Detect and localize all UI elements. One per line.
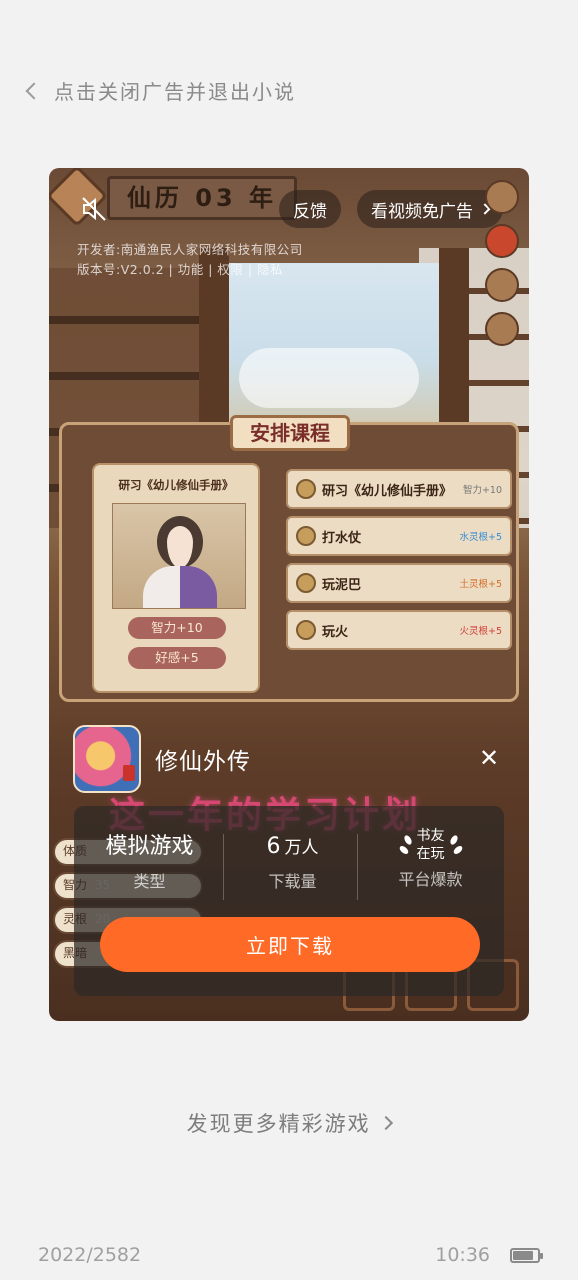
battery-icon [510, 1247, 543, 1263]
badge-line1: 书友 [416, 828, 445, 844]
course-icon [296, 479, 316, 499]
ad-card[interactable]: 仙历 03 年 反馈 看视频免广告 开发者:南通渔民人家网络科技有限公司 版本号… [49, 168, 529, 1021]
laurel-left-icon [399, 833, 413, 857]
page-progress: 2022/2582 [38, 1244, 142, 1266]
course-icon [296, 620, 316, 640]
downloads-unit: 万人 [284, 838, 319, 858]
discover-label: 发现更多精彩游戏 [186, 1112, 371, 1136]
badge-line2: 在玩 [416, 846, 445, 862]
developer-name: 开发者:南通渔民人家网络科技有限公司 [77, 242, 303, 257]
laurel-badge: 书友 在玩 [359, 826, 502, 864]
course-icon [296, 573, 316, 593]
downloads-label: 下载量 [268, 872, 317, 891]
exit-ad-label[interactable]: 点击关闭广告并退出小说 [54, 76, 296, 105]
course-effect: 水灵根+5 [459, 532, 502, 543]
download-button[interactable]: 立即下载 [100, 917, 480, 972]
course-item: 研习《幼儿修仙手册》 智力+10 [286, 469, 512, 509]
status-right: 10:36 [435, 1244, 543, 1266]
genre-label: 类型 [133, 872, 166, 891]
app-icon[interactable] [73, 725, 141, 793]
character-body [143, 566, 217, 608]
developer-info: 开发者:南通渔民人家网络科技有限公司 版本号:V2.0.2 | 功能 | 权限 … [77, 240, 303, 280]
side-icon-4 [485, 312, 519, 346]
downloads-number: 6 [266, 834, 281, 859]
course-panel: 安排课程 研习《幼儿修仙手册》 智力+10 好感+5 研习《幼儿修仙手册》 智力… [59, 415, 519, 702]
chevron-right-icon [379, 1115, 394, 1131]
skip-ad-button[interactable]: 看视频免广告 [357, 190, 503, 228]
side-icon-3 [485, 268, 519, 302]
mute-icon[interactable] [79, 194, 109, 224]
stat-genre: 模拟游戏 类型 [78, 830, 221, 892]
course-label: 研习《幼儿修仙手册》 [322, 483, 453, 499]
clock: 10:36 [435, 1244, 490, 1266]
side-icon-1 [485, 180, 519, 214]
course-item: 打水仗 水灵根+5 [286, 516, 512, 556]
stats-box: 模拟游戏 类型 6 万人 下载量 书友 在玩 平台爆款 立即下载 [74, 806, 504, 996]
course-label: 玩火 [322, 624, 349, 640]
course-item: 玩泥巴 土灵根+5 [286, 563, 512, 603]
stat-badge: 书友 在玩 平台爆款 [359, 826, 502, 890]
version-links[interactable]: 版本号:V2.0.2 | 功能 | 权限 | 隐私 [77, 260, 303, 280]
top-bar[interactable]: 点击关闭广告并退出小说 [25, 76, 296, 105]
course-effect: 火灵根+5 [459, 626, 502, 637]
character-card-title: 研习《幼儿修仙手册》 [118, 478, 234, 492]
panel-title: 安排课程 [230, 415, 350, 451]
badge-label: 平台爆款 [398, 870, 463, 889]
back-chevron-icon [25, 82, 43, 99]
course-icon [296, 526, 316, 546]
course-effect: 土灵根+5 [459, 579, 502, 590]
character-card: 研习《幼儿修仙手册》 智力+10 好感+5 [92, 463, 260, 693]
discover-more-link[interactable]: 发现更多精彩游戏 [0, 1108, 578, 1138]
skip-ad-label: 看视频免广告 [371, 201, 473, 222]
app-header[interactable]: 修仙外传 ✕ [73, 724, 509, 794]
character-head [157, 516, 203, 568]
stat-downloads: 6 万人 下载量 [221, 830, 364, 892]
course-label: 打水仗 [322, 530, 362, 546]
course-label: 玩泥巴 [322, 577, 362, 593]
scene-cloud [239, 348, 419, 408]
status-bar: 2022/2582 10:36 [38, 1244, 543, 1266]
year-plaque: 仙历 03 年 [107, 176, 297, 220]
course-item: 玩火 火灵根+5 [286, 610, 512, 650]
badge-text: 书友 在玩 [417, 827, 445, 863]
app-name[interactable]: 修仙外传 [155, 742, 251, 776]
battery-fill [513, 1250, 534, 1260]
laurel-right-icon [449, 833, 463, 857]
course-effect: 智力+10 [462, 485, 502, 496]
downloads-value: 6 万人 [221, 830, 364, 864]
course-list: 研习《幼儿修仙手册》 智力+10 打水仗 水灵根+5 玩泥巴 土灵根+5 玩火 … [286, 469, 512, 657]
genre-value: 模拟游戏 [105, 834, 194, 859]
feedback-button[interactable]: 反馈 [279, 190, 341, 228]
close-icon[interactable]: ✕ [477, 746, 501, 770]
character-tag: 好感+5 [128, 647, 226, 669]
side-icon-2 [485, 224, 519, 258]
feedback-label: 反馈 [293, 201, 327, 222]
character-tag: 智力+10 [128, 617, 226, 639]
stat-divider [357, 834, 358, 900]
character-portrait [112, 503, 246, 609]
